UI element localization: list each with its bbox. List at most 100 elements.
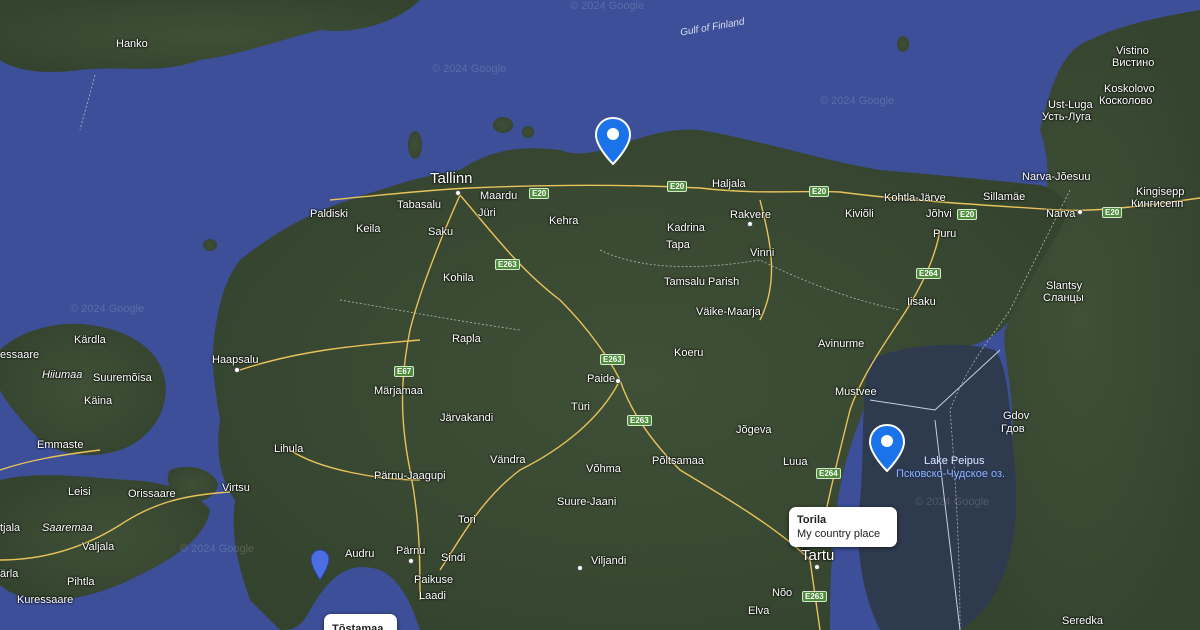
place-label-virtsu[interactable]: Virtsu (222, 482, 250, 494)
place-label-gdov[interactable]: Gdov (1003, 410, 1029, 422)
place-label-vistino-ru[interactable]: Вистино (1112, 57, 1154, 69)
place-label-ust-luga-ru[interactable]: Усть-Луга (1042, 111, 1091, 123)
place-label-kingisepp[interactable]: Kingisepp (1136, 186, 1184, 198)
place-label-kardla[interactable]: Kärdla (74, 334, 106, 346)
place-label-parnu-jaagupi[interactable]: Pärnu-Jaagupi (374, 470, 446, 482)
place-label-iisaku[interactable]: Iisaku (907, 296, 936, 308)
city-dot-tartu (814, 564, 820, 570)
aegna-island (493, 117, 513, 133)
place-label-kohtla-jarve[interactable]: Kohtla-Järve (884, 192, 946, 204)
place-label-kaessaare[interactable]: essaare (0, 349, 39, 361)
place-label-jarvakandi[interactable]: Järvakandi (440, 412, 493, 424)
place-label-tabasalu[interactable]: Tabasalu (397, 199, 441, 211)
place-label-sindi[interactable]: Sindi (441, 552, 465, 564)
road-shield: E263 (802, 591, 827, 602)
place-label-vandra[interactable]: Vändra (490, 454, 525, 466)
location-marker-icon[interactable] (310, 549, 330, 581)
gogland-island (897, 36, 909, 52)
place-label-arla[interactable]: ärla (0, 568, 18, 580)
place-label-paide[interactable]: Paide (587, 373, 615, 385)
place-label-rapla[interactable]: Rapla (452, 333, 481, 345)
place-label-gdov-ru[interactable]: Гдов (1001, 423, 1025, 435)
place-label-mustvee[interactable]: Mustvee (835, 386, 877, 398)
place-label-juri[interactable]: Jüri (478, 207, 496, 219)
place-label-valjala[interactable]: Valjala (82, 541, 114, 553)
place-label-emmaste[interactable]: Emmaste (37, 439, 83, 451)
place-label-parnu[interactable]: Pärnu (396, 545, 425, 557)
place-label-pihtla[interactable]: Pihtla (67, 576, 95, 588)
place-label-tori[interactable]: Tori (458, 514, 476, 526)
place-label-viljandi[interactable]: Viljandi (591, 555, 626, 567)
island-label-hiiumaa[interactable]: Hiiumaa (42, 369, 82, 381)
town-dot-rakvere (747, 221, 753, 227)
place-label-puru[interactable]: Puru (933, 228, 956, 240)
place-label-slantsy[interactable]: Slantsy (1046, 280, 1082, 292)
road-shield: E263 (627, 415, 652, 426)
place-label-vinni[interactable]: Vinni (750, 247, 774, 259)
place-label-lihula[interactable]: Lihula (274, 443, 303, 455)
place-label-tjala[interactable]: tjala (0, 522, 20, 534)
place-label-hanko[interactable]: Hanko (116, 38, 148, 50)
place-label-luua[interactable]: Luua (783, 456, 807, 468)
place-label-slantsy-ru[interactable]: Сланцы (1043, 292, 1084, 304)
place-label-audru[interactable]: Audru (345, 548, 374, 560)
place-label-koskolovo-ru[interactable]: Косколово (1099, 95, 1152, 107)
place-label-marjamaa[interactable]: Märjamaa (374, 385, 423, 397)
place-label-poltsamaa[interactable]: Põltsamaa (652, 455, 704, 467)
place-label-vohma[interactable]: Võhma (586, 463, 621, 475)
lake-label-peipus-ru[interactable]: Псковско-Чудское оз. (896, 468, 1005, 480)
place-label-tapa[interactable]: Tapa (666, 239, 690, 251)
place-label-kivioli[interactable]: Kiviõli (845, 208, 874, 220)
place-label-johvi[interactable]: Jõhvi (926, 208, 952, 220)
place-label-paldiski[interactable]: Paldiski (310, 208, 348, 220)
place-label-suuremoisa[interactable]: Suuremõisa (93, 372, 152, 384)
place-label-haapsalu[interactable]: Haapsalu (212, 354, 258, 366)
lake-label-peipus[interactable]: Lake Peipus (924, 455, 985, 467)
place-label-vaike-maarja[interactable]: Väike-Maarja (696, 306, 761, 318)
place-label-koskolovo[interactable]: Koskolovo (1104, 83, 1155, 95)
place-label-suure-jaani[interactable]: Suure-Jaani (557, 496, 616, 508)
place-label-haljala[interactable]: Haljala (712, 178, 746, 190)
road-shield: E67 (394, 366, 415, 377)
place-label-kingisepp-ru[interactable]: Кингисепп (1131, 198, 1183, 210)
place-label-saku[interactable]: Saku (428, 226, 453, 238)
pakri-island (203, 239, 217, 251)
place-label-elva[interactable]: Elva (748, 605, 769, 617)
place-label-orissaare[interactable]: Orissaare (128, 488, 176, 500)
map-canvas[interactable]: © 2024 Google © 2024 Google © 2024 Googl… (0, 0, 1200, 630)
place-label-kadrina[interactable]: Kadrina (667, 222, 705, 234)
place-label-rakvere[interactable]: Rakvere (730, 209, 771, 221)
location-marker-icon[interactable] (595, 117, 631, 165)
place-label-seredka[interactable]: Seredka (1062, 615, 1103, 627)
place-label-leisi[interactable]: Leisi (68, 486, 91, 498)
place-label-turi[interactable]: Türi (571, 401, 590, 413)
place-label-kohila[interactable]: Kohila (443, 272, 474, 284)
place-label-paikuse[interactable]: Paikuse (414, 574, 453, 586)
city-label-tallinn[interactable]: Tallinn (430, 171, 473, 187)
place-label-avinurme[interactable]: Avinurme (818, 338, 864, 350)
place-label-tamsalu[interactable]: Tamsalu Parish (664, 276, 739, 288)
place-label-narva[interactable]: Narva (1046, 208, 1075, 220)
map-base-layer (0, 0, 1200, 630)
place-label-laadi[interactable]: Laadi (419, 590, 446, 602)
place-label-kuressaare[interactable]: Kuressaare (17, 594, 73, 606)
place-label-noo[interactable]: Nõo (772, 587, 792, 599)
place-label-keila[interactable]: Keila (356, 223, 380, 235)
town-dot-haapsalu (234, 367, 240, 373)
place-label-maardu[interactable]: Maardu (480, 190, 517, 202)
place-label-kehra[interactable]: Kehra (549, 215, 578, 227)
place-label-ust-luga[interactable]: Ust-Luga (1048, 99, 1093, 111)
lake-peipus (858, 344, 1017, 630)
city-label-tartu[interactable]: Tartu (801, 548, 834, 564)
place-label-sillamae[interactable]: Sillamäe (983, 191, 1025, 203)
island-label-saaremaa[interactable]: Saaremaa (42, 522, 93, 534)
info-window-torila[interactable]: Torila My country place (789, 507, 897, 547)
road-shield: E20 (809, 186, 830, 197)
info-window-tostamaa[interactable]: Tõstamaa (324, 614, 397, 630)
place-label-narva-joesuu[interactable]: Narva-Jõesuu (1022, 171, 1090, 183)
location-marker-icon[interactable] (869, 424, 905, 472)
place-label-vistino[interactable]: Vistino (1116, 45, 1149, 57)
place-label-koeru[interactable]: Koeru (674, 347, 703, 359)
place-label-kaina[interactable]: Käina (84, 395, 112, 407)
place-label-jogeva[interactable]: Jõgeva (736, 424, 771, 436)
